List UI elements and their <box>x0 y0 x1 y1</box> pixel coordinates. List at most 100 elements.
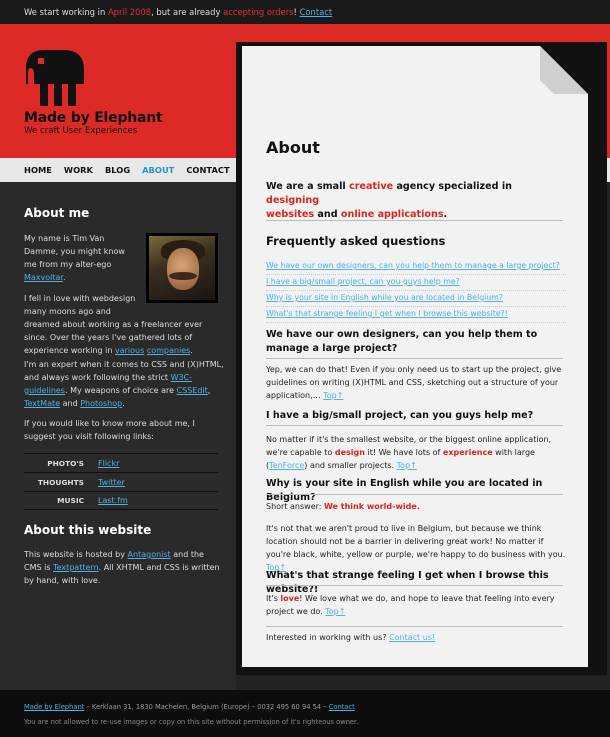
top-link[interactable]: Top↑ <box>323 391 343 400</box>
about-me-links-intro: If you would like to know more about me,… <box>24 417 224 443</box>
avatar-photo <box>149 236 215 300</box>
announcement-bar: We start working in April 2008, but are … <box>0 0 610 24</box>
nav-item-contact[interactable]: CONTACT <box>186 165 229 175</box>
intro-line: My name is Tim Van <box>24 234 105 243</box>
history-line: many moons ago and <box>24 307 111 316</box>
contact-us-link[interactable]: Contact us! <box>389 633 435 642</box>
answer-text: ! We love what we do, and hope to leave … <box>266 594 555 616</box>
faq-list-item: I have a big/small project, can you guys… <box>266 275 566 291</box>
announcement-accepting: accepting orders <box>223 7 294 17</box>
history-line: dreamed about working as a freelancer ev… <box>24 320 203 329</box>
faq-link-3[interactable]: Why is your site in English while you ar… <box>266 293 503 302</box>
site-text: . All XHTML and CSS is written <box>98 563 220 572</box>
lastfm-link[interactable]: Last.fm <box>98 496 128 505</box>
faq-link-1[interactable]: We have our own designers, can you help … <box>266 261 560 270</box>
intro-line: me from my alter-ego <box>24 260 112 269</box>
site-text: by hand, with love. <box>24 576 101 585</box>
intro-designing: designing <box>266 195 320 206</box>
answer-text: it! We have lots of <box>364 448 443 457</box>
profile-link-label: PHOTO'S <box>47 458 84 468</box>
profile-link-row: MUSIC Last.fm <box>24 491 218 510</box>
antagonist-link[interactable]: Antagonist <box>128 550 171 559</box>
answer-text: It's <box>266 594 281 603</box>
links-intro-line: suggest you visit following links: <box>24 432 154 441</box>
profile-link-row: THOUGHTS Twitter <box>24 472 218 491</box>
announcement-date: April 2008 <box>107 7 152 17</box>
site-text: and the <box>170 550 204 559</box>
skills-line: I'm an expert when it comes to CSS and (… <box>24 360 224 369</box>
divider <box>266 626 563 627</box>
about-website-heading: About this website <box>24 523 152 537</box>
history-line: I fell in love with webdesign <box>24 294 136 303</box>
faq-q2-heading: I have a big/small project, can you guys… <box>266 410 534 421</box>
footer <box>0 690 610 737</box>
faq-link-4[interactable]: What's that strange feeling I get when I… <box>266 309 508 318</box>
page-title: About <box>266 138 320 157</box>
about-me-heading: About me <box>24 206 90 220</box>
cta-text: Interested in working with us? Contact u… <box>266 631 566 644</box>
intro-websites: websites <box>266 209 315 220</box>
cta-label: Interested in working with us? <box>266 633 390 642</box>
logo[interactable]: Made by Elephant We craft User Experienc… <box>24 44 174 144</box>
divider <box>266 494 563 495</box>
tenforce-link[interactable]: TenForce <box>269 461 304 470</box>
intro-text: agency specialized in <box>393 181 512 192</box>
intro-apps: online applications <box>340 209 444 220</box>
faq-link-2[interactable]: I have a big/small project, can you guys… <box>266 277 460 286</box>
footer-contact-link[interactable]: Contact <box>329 703 355 711</box>
nav-item-home[interactable]: HOME <box>24 165 52 175</box>
skills-period: . <box>122 399 125 408</box>
faq-list-item: Why is your site in English while you ar… <box>266 291 566 307</box>
experience-highlight: experience <box>442 448 493 457</box>
profile-links-table: PHOTO'S Flickr THOUGHTS Twitter MUSIC La… <box>24 453 218 510</box>
cssedit-link[interactable]: CSSEdit <box>177 386 208 395</box>
w3c-link[interactable]: W3C- <box>171 373 192 382</box>
announcement-contact-link[interactable]: Contact <box>300 7 333 17</box>
skills-line: and always work following the strict <box>24 373 171 382</box>
maxvoltar-link[interactable]: Maxvoltar <box>24 273 63 282</box>
w3c-guidelines-link[interactable]: guidelines <box>24 386 65 395</box>
nav-item-work[interactable]: WORK <box>64 165 93 175</box>
history-line: experience working in <box>24 346 115 355</box>
intro-statement: We are a small creative agency specializ… <box>266 180 566 222</box>
companies-link[interactable]: companies <box>147 346 190 355</box>
top-link[interactable]: Top↑ <box>325 607 345 616</box>
faq-q2-answer: No matter if it's the smallest website, … <box>266 433 566 472</box>
answer-text: Short answer: <box>266 502 325 511</box>
top-link[interactable]: Top↑ <box>397 461 417 470</box>
elephant-icon <box>26 50 84 106</box>
divider <box>266 585 563 586</box>
twitter-link[interactable]: Twitter <box>98 478 125 487</box>
main-nav: HOME WORK BLOG ABOUT CONTACT <box>24 158 230 182</box>
footer-address: – Kerklaan 31, 1830 Machelen, Belgium (E… <box>84 703 329 711</box>
about-me-history: I fell in love with webdesign many moons… <box>24 292 224 357</box>
nav-item-about[interactable]: ABOUT <box>142 165 174 175</box>
photoshop-link[interactable]: Photoshop <box>80 399 122 408</box>
textmate-link[interactable]: TextMate <box>24 399 60 408</box>
nav-item-blog[interactable]: BLOG <box>105 165 130 175</box>
about-me-intro: My name is Tim Van Damme, you might know… <box>24 232 144 284</box>
answer-text: It's not that we aren't proud to live in… <box>266 524 566 559</box>
links-intro-line: If you would like to know more about me,… <box>24 419 195 428</box>
intro-text: We are a small <box>266 181 350 192</box>
intro-period: . <box>62 273 66 282</box>
site-text: CMS is <box>24 563 54 572</box>
skills-text: . My weapons of choice are <box>64 386 177 395</box>
world-wide-highlight: We think world-wide. <box>324 502 420 511</box>
divider <box>266 220 563 221</box>
announcement-text-2: , but are already <box>151 7 224 17</box>
faq-q3-answer: It's not that we aren't proud to live in… <box>266 522 566 574</box>
faq-list-item: What's that strange feeling I get when I… <box>266 307 566 323</box>
various-link[interactable]: various <box>115 346 144 355</box>
profile-link-label: MUSIC <box>57 496 84 505</box>
textpattern-link[interactable]: Textpattern <box>53 563 99 572</box>
footer-brand-link[interactable]: Made by Elephant <box>24 703 84 711</box>
brand-tagline: We craft User Experiences <box>24 126 138 136</box>
faq-heading: Frequently asked questions <box>266 234 446 248</box>
intro-text: and <box>314 209 341 220</box>
intro-line: Damme, you might know <box>24 247 125 256</box>
intro-text: . <box>443 209 448 220</box>
flickr-link[interactable]: Flickr <box>98 459 119 468</box>
page-fold-icon <box>540 46 588 94</box>
brand-name: Made by Elephant <box>24 110 163 126</box>
